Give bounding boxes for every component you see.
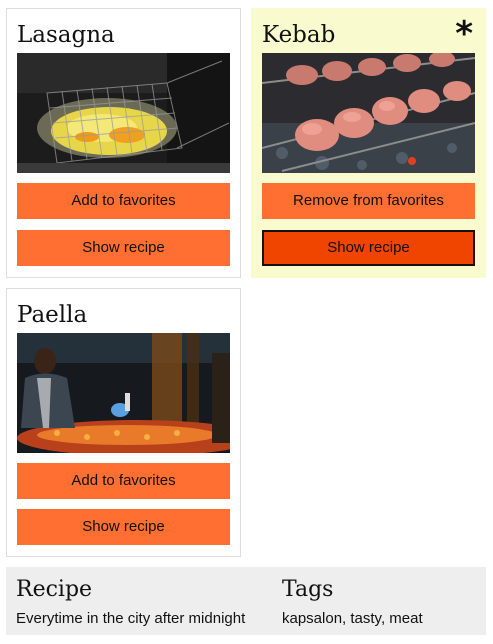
recipe-card-lasagna: Lasagna Add to favorites Show recipe: [6, 8, 241, 278]
show-recipe-button[interactable]: Show recipe: [17, 509, 230, 545]
recipe-description: Everytime in the city after midnight: [16, 610, 246, 627]
recipe-info-section: Recipe Everytime in the city after midni…: [16, 575, 245, 629]
recipe-image: [17, 53, 230, 173]
recipe-card-paella: Paella Add to favorites Show recipe: [6, 288, 241, 557]
recipe-title: Paella: [17, 302, 88, 328]
recipe-card-kebab: Kebab * Remove from favorites Show recip…: [251, 8, 486, 278]
show-recipe-button[interactable]: Show recipe: [17, 230, 230, 266]
recipe-heading: Recipe: [16, 577, 93, 602]
show-recipe-button[interactable]: Show recipe: [262, 230, 475, 266]
favorite-star-icon: *: [455, 14, 473, 54]
tags-section: Tags kapsalon, tasty, meat: [282, 575, 423, 629]
recipe-image: [17, 333, 230, 453]
recipe-image: [262, 53, 475, 173]
add-to-favorites-button[interactable]: Add to favorites: [17, 463, 230, 499]
tags-heading: Tags: [282, 577, 334, 602]
recipe-title: Kebab: [262, 22, 336, 48]
recipe-info-panel: Recipe Everytime in the city after midni…: [6, 567, 486, 635]
remove-from-favorites-button[interactable]: Remove from favorites: [262, 183, 475, 219]
recipe-title: Lasagna: [17, 22, 115, 48]
tags-list: kapsalon, tasty, meat: [282, 610, 423, 627]
add-to-favorites-button[interactable]: Add to favorites: [17, 183, 230, 219]
